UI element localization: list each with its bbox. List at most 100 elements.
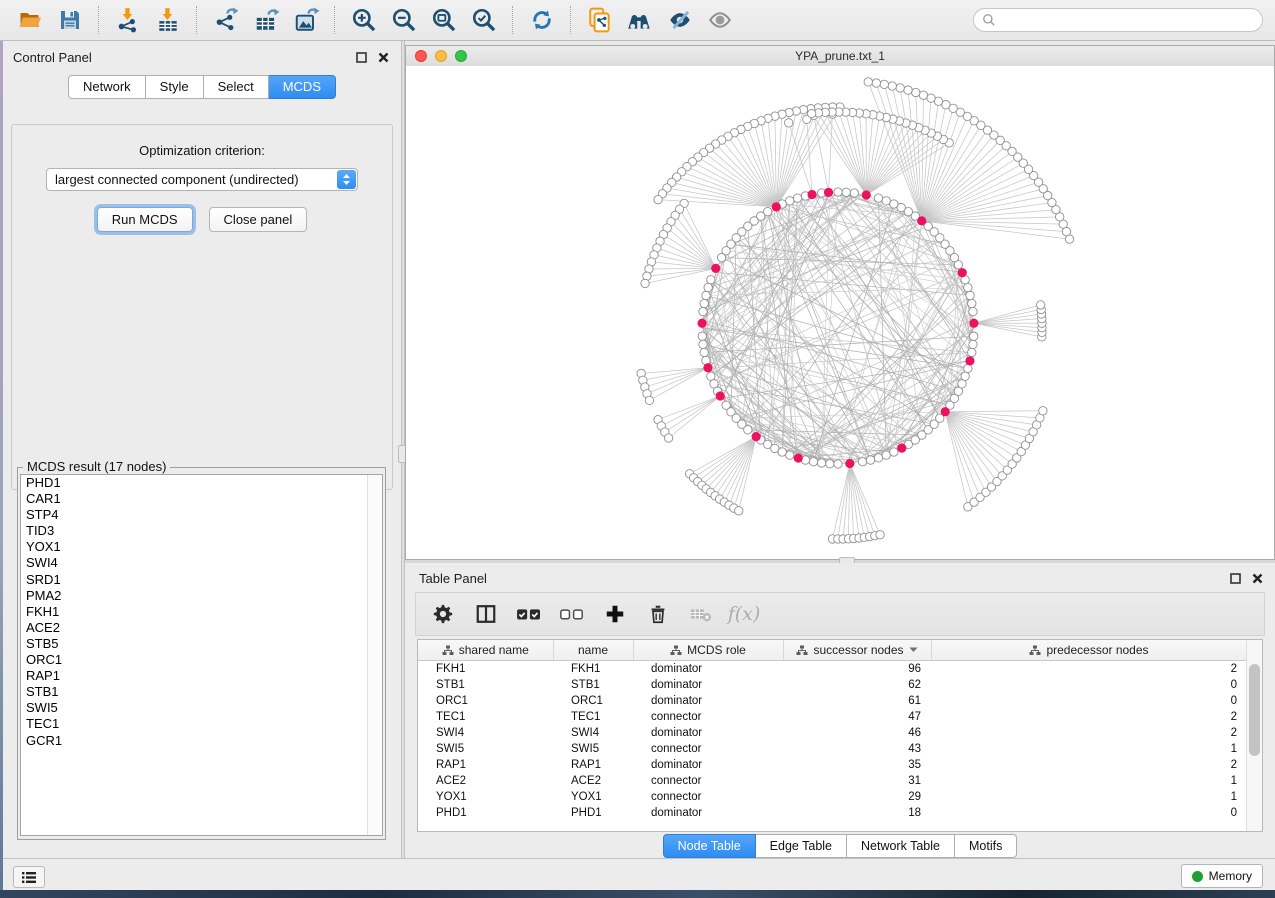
table-cell[interactable]: dominator xyxy=(633,677,783,693)
search-input[interactable] xyxy=(1001,10,1254,30)
mcds-result-list[interactable]: PHD1CAR1STP4TID3YOX1SWI4SRD1PMA2FKH1ACE2… xyxy=(20,474,383,836)
table-cell[interactable]: FKH1 xyxy=(553,661,633,678)
table-cell[interactable]: 47 xyxy=(783,709,931,725)
zoom-selected-icon[interactable] xyxy=(467,5,501,35)
tab-node-table[interactable]: Node Table xyxy=(663,834,756,858)
criterion-select[interactable]: largest connected component (undirected) xyxy=(46,168,358,191)
deselect-all-icon[interactable] xyxy=(559,601,585,627)
column-header-shared-name[interactable]: shared name xyxy=(418,640,553,661)
table-cell[interactable]: ORC1 xyxy=(418,693,553,709)
table-cell[interactable]: 96 xyxy=(783,661,931,678)
table-cell[interactable]: 35 xyxy=(783,757,931,773)
save-session-icon[interactable] xyxy=(53,5,87,35)
table-cell[interactable]: dominator xyxy=(633,693,783,709)
close-panel-icon[interactable] xyxy=(378,52,389,63)
open-file-icon[interactable] xyxy=(13,5,47,35)
create-column-icon[interactable] xyxy=(602,601,628,627)
table-cell[interactable]: 2 xyxy=(931,725,1247,741)
table-cell[interactable]: 46 xyxy=(783,725,931,741)
table-cell[interactable]: YOX1 xyxy=(553,789,633,805)
mcds-result-item[interactable]: TEC1 xyxy=(21,716,382,732)
refresh-layout-icon[interactable] xyxy=(525,5,559,35)
export-network-icon[interactable] xyxy=(209,5,243,35)
table-cell[interactable]: FKH1 xyxy=(418,661,553,678)
table-cell[interactable]: dominator xyxy=(633,661,783,678)
table-cell[interactable]: SWI4 xyxy=(418,725,553,741)
table-cell[interactable]: STB1 xyxy=(418,677,553,693)
tab-mcds[interactable]: MCDS xyxy=(269,75,336,99)
table-cell[interactable]: 0 xyxy=(931,677,1247,693)
table-cell[interactable]: TEC1 xyxy=(418,709,553,725)
mcds-result-item[interactable]: FKH1 xyxy=(21,604,382,620)
mcds-result-item[interactable]: PMA2 xyxy=(21,588,382,604)
tab-network[interactable]: Network xyxy=(68,75,146,99)
mcds-result-item[interactable]: GCR1 xyxy=(21,733,382,749)
tab-motifs[interactable]: Motifs xyxy=(955,834,1017,858)
table-cell[interactable]: 1 xyxy=(931,789,1247,805)
table-scrollbar[interactable] xyxy=(1246,640,1262,831)
table-cell[interactable]: dominator xyxy=(633,805,783,821)
table-cell[interactable]: 0 xyxy=(931,693,1247,709)
table-cell[interactable]: dominator xyxy=(633,757,783,773)
table-cell[interactable]: TEC1 xyxy=(553,709,633,725)
mcds-result-item[interactable]: STP4 xyxy=(21,507,382,523)
mcds-result-item[interactable]: RAP1 xyxy=(21,668,382,684)
network-titlebar[interactable]: YPA_prune.txt_1 xyxy=(406,46,1274,67)
table-cell[interactable]: connector xyxy=(633,709,783,725)
table-cell[interactable]: 2 xyxy=(931,757,1247,773)
clone-network-icon[interactable] xyxy=(583,5,617,35)
delete-table-icon[interactable] xyxy=(688,601,714,627)
table-cell[interactable]: 29 xyxy=(783,789,931,805)
table-scrollbar-thumb[interactable] xyxy=(1249,664,1260,756)
run-mcds-button[interactable]: Run MCDS xyxy=(97,207,193,232)
zoom-out-icon[interactable] xyxy=(387,5,421,35)
table-cell[interactable]: SWI4 xyxy=(553,725,633,741)
column-header-successor-nodes[interactable]: successor nodes xyxy=(783,640,931,661)
export-table-icon[interactable] xyxy=(249,5,283,35)
table-cell[interactable]: STB1 xyxy=(553,677,633,693)
mcds-result-item[interactable]: YOX1 xyxy=(21,539,382,555)
table-options-icon[interactable] xyxy=(430,601,456,627)
mcds-result-item[interactable]: SRD1 xyxy=(21,572,382,588)
table-cell[interactable]: 1 xyxy=(931,773,1247,789)
table-cell[interactable]: connector xyxy=(633,741,783,757)
network-canvas[interactable] xyxy=(406,66,1274,559)
table-cell[interactable]: 0 xyxy=(931,805,1247,821)
tab-style[interactable]: Style xyxy=(146,75,204,99)
table-cell[interactable]: RAP1 xyxy=(553,757,633,773)
show-column-panel-icon[interactable] xyxy=(473,601,499,627)
import-network-icon[interactable] xyxy=(111,5,145,35)
find-icon[interactable] xyxy=(623,5,657,35)
table-cell[interactable]: 43 xyxy=(783,741,931,757)
mcds-result-item[interactable]: SWI4 xyxy=(21,555,382,571)
zoom-in-icon[interactable] xyxy=(347,5,381,35)
table-cell[interactable]: RAP1 xyxy=(418,757,553,773)
table-cell[interactable]: connector xyxy=(633,773,783,789)
table-cell[interactable]: 2 xyxy=(931,661,1247,678)
mcds-result-item[interactable]: TID3 xyxy=(21,523,382,539)
tab-edge-table[interactable]: Edge Table xyxy=(756,834,847,858)
tab-network-table[interactable]: Network Table xyxy=(847,834,955,858)
table-cell[interactable]: PHD1 xyxy=(418,805,553,821)
export-image-icon[interactable] xyxy=(289,5,323,35)
mcds-result-item[interactable]: CAR1 xyxy=(21,491,382,507)
table-cell[interactable]: 31 xyxy=(783,773,931,789)
table-cell[interactable]: SWI5 xyxy=(418,741,553,757)
table-cell[interactable]: connector xyxy=(633,789,783,805)
zoom-fit-icon[interactable] xyxy=(427,5,461,35)
hide-graphics-details-icon[interactable] xyxy=(663,5,697,35)
float-panel-icon[interactable] xyxy=(356,52,367,63)
table-cell[interactable]: dominator xyxy=(633,725,783,741)
show-graphics-details-icon[interactable] xyxy=(703,5,737,35)
memory-button[interactable]: Memory xyxy=(1181,864,1263,888)
table-cell[interactable]: ORC1 xyxy=(553,693,633,709)
select-all-icon[interactable] xyxy=(516,601,542,627)
table-cell[interactable]: 1 xyxy=(931,741,1247,757)
table-cell[interactable]: ACE2 xyxy=(553,773,633,789)
mcds-result-item[interactable]: SWI5 xyxy=(21,700,382,716)
column-header-predecessor-nodes[interactable]: predecessor nodes xyxy=(931,640,1247,661)
mcds-result-item[interactable]: PHD1 xyxy=(21,475,382,491)
column-header-mcds-role[interactable]: MCDS role xyxy=(633,640,783,661)
mcds-result-item[interactable]: STB5 xyxy=(21,636,382,652)
import-table-icon[interactable] xyxy=(151,5,185,35)
